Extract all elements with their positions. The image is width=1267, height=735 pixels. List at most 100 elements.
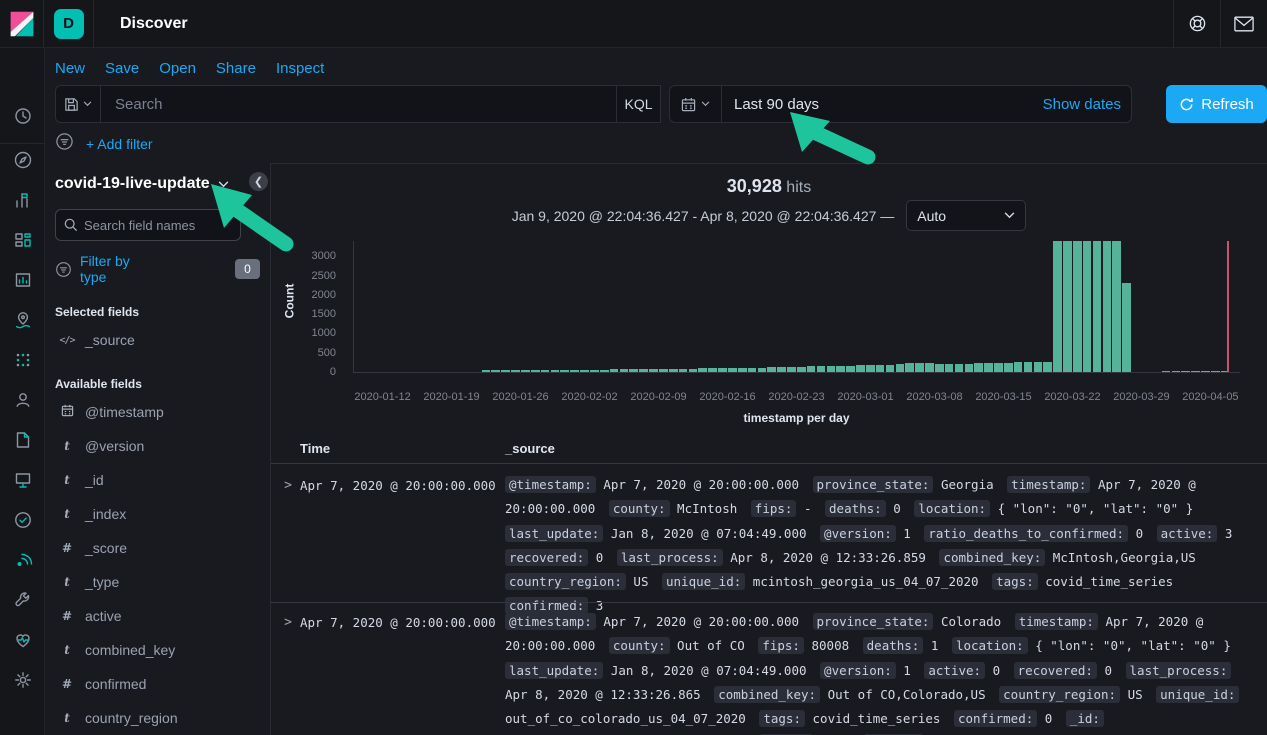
calendar-button[interactable]	[670, 85, 722, 123]
histogram-bar[interactable]	[1103, 241, 1112, 372]
histogram-bar[interactable]	[984, 363, 993, 372]
histogram-bar[interactable]	[570, 370, 579, 372]
rail-item-logs[interactable]	[0, 420, 45, 460]
rail-item-dashboard[interactable]	[0, 220, 45, 260]
histogram-bar[interactable]	[925, 363, 934, 372]
histogram-bar[interactable]	[551, 370, 560, 372]
field-search-input[interactable]	[84, 218, 232, 233]
histogram-bar[interactable]	[797, 367, 806, 372]
histogram-bar[interactable]	[610, 369, 619, 372]
rail-item-management[interactable]	[0, 660, 45, 700]
histogram-bar[interactable]	[639, 369, 648, 372]
histogram-bar[interactable]	[846, 366, 855, 372]
kibana-logo[interactable]	[0, 0, 44, 48]
field-item-@version[interactable]: t@version	[55, 429, 260, 463]
rail-item-recently-viewed[interactable]	[0, 96, 45, 136]
refresh-button[interactable]: Refresh	[1166, 85, 1267, 123]
histogram-bar[interactable]	[777, 367, 786, 372]
expand-row-button[interactable]: >	[281, 615, 295, 630]
histogram-bar[interactable]	[1083, 241, 1092, 372]
histogram-bar[interactable]	[521, 370, 530, 372]
histogram-bar[interactable]	[718, 368, 727, 372]
nav-link-share[interactable]: Share	[216, 60, 256, 77]
histogram-bar[interactable]	[827, 366, 836, 372]
nav-link-save[interactable]: Save	[105, 60, 139, 77]
histogram-bar[interactable]	[896, 364, 905, 372]
histogram-bar[interactable]	[1122, 283, 1131, 372]
histogram-bar[interactable]	[620, 369, 629, 372]
histogram-bar[interactable]	[994, 363, 1003, 372]
rail-item-uptime[interactable]	[0, 500, 45, 540]
histogram-bar[interactable]	[738, 368, 747, 372]
rail-item-maps[interactable]	[0, 300, 45, 340]
rail-item-graph[interactable]	[0, 380, 45, 420]
expand-row-button[interactable]: >	[281, 478, 295, 493]
histogram-bar[interactable]	[974, 363, 983, 372]
histogram-bar[interactable]	[511, 370, 520, 372]
histogram-bar[interactable]	[1112, 241, 1121, 372]
nav-link-inspect[interactable]: Inspect	[276, 60, 324, 77]
histogram-bar[interactable]	[817, 366, 826, 372]
histogram-bar[interactable]	[886, 365, 895, 372]
histogram-bar[interactable]	[1201, 371, 1210, 372]
histogram-bar[interactable]	[689, 369, 698, 372]
histogram-bar[interactable]	[728, 368, 737, 372]
histogram-bar[interactable]	[600, 370, 609, 372]
rail-item-discover[interactable]	[0, 140, 45, 180]
filter-by-type-button[interactable]: Filter by type	[80, 253, 143, 285]
histogram-bar[interactable]	[580, 370, 589, 372]
histogram-bar[interactable]	[807, 366, 816, 372]
histogram-bar[interactable]	[767, 367, 776, 372]
rail-item-dev-tools[interactable]	[0, 580, 45, 620]
histogram-bar[interactable]	[1211, 371, 1220, 372]
histogram-bar[interactable]	[679, 369, 688, 372]
histogram-bar[interactable]	[1181, 371, 1190, 372]
rail-item-metrics[interactable]	[0, 460, 45, 500]
histogram-bar[interactable]	[1034, 362, 1043, 372]
histogram-bar[interactable]	[955, 364, 964, 372]
help-button[interactable]	[1173, 0, 1220, 48]
histogram-bar[interactable]	[1063, 241, 1072, 372]
field-item-combined_key[interactable]: tcombined_key	[55, 633, 260, 667]
histogram-bar[interactable]	[915, 363, 924, 372]
field-item-_id[interactable]: t_id	[55, 463, 260, 497]
rail-item-apm[interactable]	[0, 540, 45, 580]
search-input[interactable]	[101, 96, 616, 113]
histogram-bar[interactable]	[965, 364, 974, 372]
histogram-bar[interactable]	[541, 370, 550, 372]
rail-item-visualize[interactable]	[0, 180, 45, 220]
histogram-bar[interactable]	[629, 369, 638, 372]
nav-link-new[interactable]: New	[55, 60, 85, 77]
histogram-bar[interactable]	[698, 368, 707, 372]
time-range-value[interactable]: Last 90 days	[734, 96, 819, 113]
add-filter-button[interactable]: + Add filter	[86, 136, 153, 152]
histogram-bar[interactable]	[590, 370, 599, 372]
rail-item-machine-learning[interactable]	[0, 340, 45, 380]
field-item-_source[interactable]: </>_source	[55, 323, 260, 357]
histogram-bar[interactable]	[1172, 371, 1181, 372]
histogram-bar[interactable]	[1004, 363, 1013, 372]
histogram-bar[interactable]	[945, 364, 954, 372]
field-item-confirmed[interactable]: #confirmed	[55, 667, 260, 701]
histogram-bar[interactable]	[482, 370, 491, 372]
histogram-bar[interactable]	[748, 368, 757, 372]
histogram-bar[interactable]	[905, 363, 914, 372]
field-item-_index[interactable]: t_index	[55, 497, 260, 531]
histogram-bar[interactable]	[836, 366, 845, 372]
interval-select[interactable]: Auto	[906, 200, 1026, 231]
field-item-_type[interactable]: t_type	[55, 565, 260, 599]
field-item-active[interactable]: #active	[55, 599, 260, 633]
histogram-bar[interactable]	[1053, 241, 1062, 372]
histogram-bar[interactable]	[708, 368, 717, 372]
histogram-bar[interactable]	[659, 369, 668, 372]
histogram-bar[interactable]	[531, 370, 540, 372]
histogram-bar[interactable]	[1024, 362, 1033, 372]
field-item-country_region[interactable]: tcountry_region	[55, 701, 260, 735]
histogram-bar[interactable]	[560, 370, 569, 372]
histogram-bar[interactable]	[758, 368, 767, 372]
histogram-bar[interactable]	[501, 370, 510, 372]
histogram-bar[interactable]	[1093, 241, 1102, 372]
histogram-bar[interactable]	[1043, 362, 1052, 372]
field-item-_score[interactable]: #_score	[55, 531, 260, 565]
newsfeed-button[interactable]	[1220, 0, 1267, 48]
